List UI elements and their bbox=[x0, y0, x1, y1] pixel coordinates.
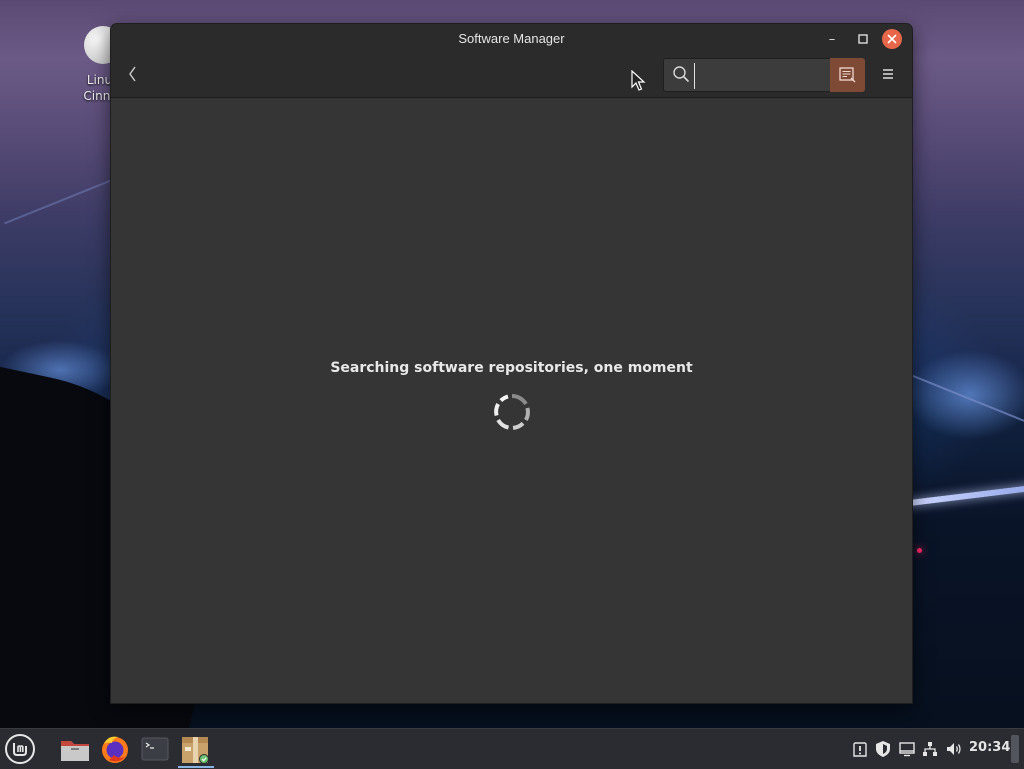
mouse-cursor-icon bbox=[631, 70, 646, 91]
taskbar-firefox[interactable] bbox=[98, 733, 132, 765]
shield-icon[interactable] bbox=[874, 740, 892, 758]
search-icon bbox=[673, 66, 689, 82]
folder-icon bbox=[61, 741, 89, 761]
search-input[interactable] bbox=[694, 63, 827, 89]
loading-status-text: Searching software repositories, one mom… bbox=[330, 360, 693, 376]
terminal-icon bbox=[141, 737, 169, 761]
taskbar-terminal[interactable] bbox=[138, 733, 172, 765]
software-manager-window: Software Manager – Searching software re… bbox=[111, 24, 912, 703]
display-icon[interactable] bbox=[898, 740, 916, 758]
package-icon bbox=[182, 737, 209, 764]
chevron-left-icon bbox=[129, 66, 136, 82]
maximize-button[interactable] bbox=[853, 30, 873, 50]
start-menu-button[interactable] bbox=[4, 733, 36, 765]
document-search-icon bbox=[839, 67, 856, 83]
network-icon[interactable] bbox=[921, 740, 939, 758]
loading-page: Searching software repositories, one mom… bbox=[111, 98, 912, 703]
main-menu-button[interactable] bbox=[877, 63, 899, 85]
volume-icon[interactable] bbox=[945, 740, 963, 758]
header-bar: Software Manager – bbox=[111, 24, 912, 98]
update-manager-icon[interactable] bbox=[851, 740, 869, 758]
linux-mint-logo-icon bbox=[5, 734, 35, 764]
minimize-button[interactable]: – bbox=[822, 30, 842, 50]
bridge-road bbox=[905, 483, 1024, 507]
back-button[interactable] bbox=[125, 63, 141, 85]
close-button[interactable] bbox=[882, 29, 902, 49]
bottom-panel: 20:34 bbox=[0, 728, 1024, 769]
hamburger-menu-icon bbox=[883, 69, 893, 79]
search-field[interactable] bbox=[663, 58, 831, 92]
firefox-icon bbox=[102, 736, 128, 763]
taskbar-software-manager[interactable] bbox=[178, 733, 214, 768]
show-desktop-button[interactable] bbox=[1011, 735, 1019, 763]
bridge-cable-left bbox=[3, 177, 117, 225]
close-icon bbox=[887, 34, 897, 44]
maximize-icon bbox=[858, 34, 868, 44]
taskbar-files[interactable] bbox=[58, 733, 92, 765]
window-title: Software Manager bbox=[458, 31, 565, 46]
loading-spinner-icon bbox=[494, 393, 530, 430]
red-light bbox=[917, 548, 922, 553]
search-in-summary-button[interactable] bbox=[830, 58, 865, 92]
clock[interactable]: 20:34 bbox=[969, 740, 1010, 755]
